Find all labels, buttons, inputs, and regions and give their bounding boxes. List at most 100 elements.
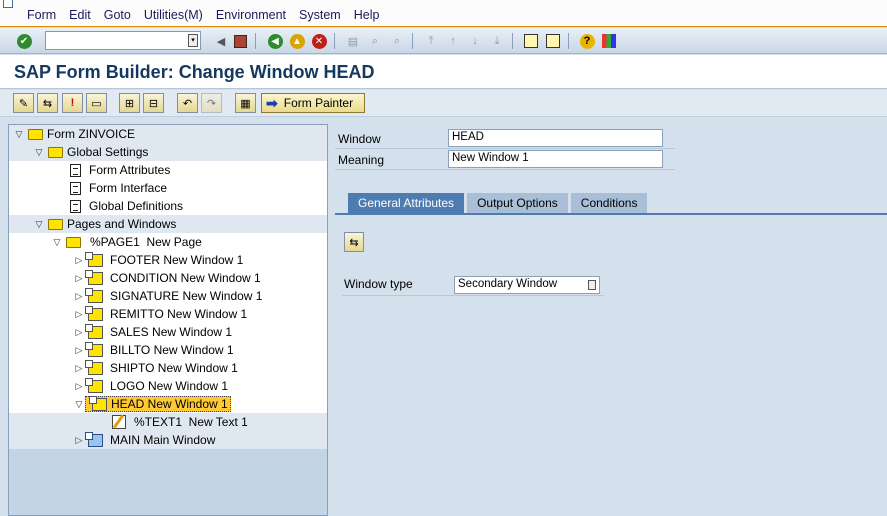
tree-node-label: Global Settings bbox=[67, 145, 149, 159]
meaning-field[interactable]: New Window 1 bbox=[448, 150, 663, 168]
tree-node-label: BILLTO New Window 1 bbox=[110, 343, 234, 357]
tree-node-form-attributes[interactable]: Form Attributes bbox=[9, 161, 327, 179]
tree-node-label: SALES New Window 1 bbox=[110, 325, 233, 339]
tree-node-window[interactable]: ▷ CONDITION New Window 1 bbox=[9, 269, 327, 287]
menu-form[interactable]: Form bbox=[27, 8, 56, 22]
tab-conditions[interactable]: Conditions bbox=[570, 193, 648, 213]
tree-node-global-definitions[interactable]: Global Definitions bbox=[9, 197, 327, 215]
print-icon[interactable]: ▤ bbox=[344, 32, 362, 50]
tree-node-label: Pages and Windows bbox=[67, 217, 177, 231]
expand-triangle-icon[interactable]: ▷ bbox=[73, 290, 85, 302]
document-icon bbox=[70, 199, 81, 213]
collapse-triangle-icon[interactable]: ▽ bbox=[33, 146, 45, 158]
tree-node-page[interactable]: ▽ %PAGE1 New Page bbox=[9, 233, 327, 251]
tree-node-window[interactable]: ▷ SIGNATURE New Window 1 bbox=[9, 287, 327, 305]
tree-node-label: CONDITION New Window 1 bbox=[110, 271, 261, 285]
command-field[interactable]: ▾ bbox=[45, 31, 201, 50]
menu-goto[interactable]: Goto bbox=[104, 8, 131, 22]
tree-node-window[interactable]: ▷ REMITTO New Window 1 bbox=[9, 305, 327, 323]
find-icon[interactable]: ⌕ bbox=[366, 32, 384, 50]
standard-toolbar: ✔ ▾ ◀ ◀ ▲ ✕ ▤ ⌕ ⌕ ⤒ ↑ ↓ ⤓ ? bbox=[0, 28, 887, 54]
tree-node-window-selected[interactable]: ▽ HEAD New Window 1 bbox=[9, 395, 327, 413]
tree-node-window[interactable]: ▷ SHIPTO New Window 1 bbox=[9, 359, 327, 377]
field-list-icon[interactable]: ▦ bbox=[235, 93, 256, 113]
window-icon bbox=[85, 377, 103, 393]
find-next-icon[interactable]: ⌕ bbox=[388, 32, 406, 50]
menu-system[interactable]: System bbox=[299, 8, 341, 22]
shortcut-icon[interactable] bbox=[544, 32, 562, 50]
expand-triangle-icon[interactable]: ▷ bbox=[73, 308, 85, 320]
expand-triangle-icon[interactable]: ▷ bbox=[73, 344, 85, 356]
tree-node-label: FOOTER New Window 1 bbox=[110, 253, 244, 267]
redo-icon[interactable]: ↷ bbox=[201, 93, 222, 113]
back-icon[interactable]: ◀ bbox=[266, 32, 284, 50]
undo-icon[interactable]: ↶ bbox=[177, 93, 198, 113]
collapse-triangle-icon[interactable]: ▽ bbox=[33, 218, 45, 230]
window-name-field[interactable]: HEAD bbox=[448, 129, 663, 147]
display-change-icon[interactable]: ⇆ bbox=[344, 232, 364, 252]
tree-node-pages-windows[interactable]: ▽ Pages and Windows bbox=[9, 215, 327, 233]
expand-triangle-icon[interactable]: ▷ bbox=[73, 326, 85, 338]
tree-node-window[interactable]: ▷ BILLTO New Window 1 bbox=[9, 341, 327, 359]
tree-node-form[interactable]: ▽ Form ZINVOICE bbox=[9, 125, 327, 143]
menu-bar: Form Edit Goto Utilities(M) Environment … bbox=[0, 0, 887, 27]
previous-page-icon[interactable]: ↑ bbox=[444, 32, 462, 50]
window-icon bbox=[85, 251, 103, 267]
tree-node-label: LOGO New Window 1 bbox=[110, 379, 229, 393]
display-change-icon[interactable]: ⇆ bbox=[37, 93, 58, 113]
tree-node-label: SHIPTO New Window 1 bbox=[110, 361, 238, 375]
exit-icon[interactable]: ▲ bbox=[288, 32, 306, 50]
expand-triangle-icon[interactable]: ▷ bbox=[73, 434, 85, 446]
folder-icon bbox=[66, 236, 81, 248]
collapse-triangle-icon[interactable]: ▽ bbox=[51, 236, 63, 248]
last-page-icon[interactable]: ⤓ bbox=[488, 32, 506, 50]
tree-node-global-settings[interactable]: ▽ Global Settings bbox=[9, 143, 327, 161]
window-type-select[interactable]: Secondary Window bbox=[454, 276, 600, 294]
window-type-label: Window type bbox=[344, 277, 413, 291]
menu-list: Form Edit Goto Utilities(M) Environment … bbox=[27, 8, 392, 22]
create-session-icon[interactable] bbox=[522, 32, 540, 50]
application-toolbar: ✎ ⇆ ! ▭ ⊞ ⊟ ↶ ↷ ▦ ➡ Form Painter bbox=[0, 90, 887, 117]
collapse-icon[interactable]: ⊟ bbox=[143, 93, 164, 113]
document-icon bbox=[70, 163, 81, 177]
window-icon bbox=[85, 305, 103, 321]
tree-node-window[interactable]: ▷ SALES New Window 1 bbox=[9, 323, 327, 341]
dropdown-icon[interactable] bbox=[588, 280, 596, 290]
expand-triangle-icon[interactable]: ▷ bbox=[73, 380, 85, 392]
menu-edit[interactable]: Edit bbox=[69, 8, 91, 22]
layout-menu-icon[interactable] bbox=[600, 32, 618, 50]
tree-node-form-interface[interactable]: Form Interface bbox=[9, 179, 327, 197]
system-menu-icon[interactable] bbox=[3, 0, 13, 8]
form-painter-button[interactable]: ➡ Form Painter bbox=[261, 93, 365, 113]
expand-triangle-icon[interactable]: ▷ bbox=[73, 254, 85, 266]
collapse-triangle-icon[interactable]: ▽ bbox=[13, 128, 25, 140]
tab-general-attributes[interactable]: General Attributes bbox=[348, 193, 465, 213]
document-icon bbox=[70, 181, 81, 195]
window-icon bbox=[85, 269, 103, 285]
triangle-left-icon[interactable]: ◀ bbox=[212, 32, 230, 50]
form-painter-label: Form Painter bbox=[283, 96, 354, 110]
test-icon[interactable]: ▭ bbox=[86, 93, 107, 113]
arrow-right-icon: ➡ bbox=[266, 94, 278, 111]
collapse-triangle-icon[interactable]: ▽ bbox=[73, 398, 85, 410]
enter-icon[interactable]: ✔ bbox=[15, 32, 33, 50]
expand-icon[interactable]: ⊞ bbox=[119, 93, 140, 113]
menu-utilities[interactable]: Utilities(M) bbox=[144, 8, 203, 22]
tree-node-text[interactable]: %TEXT1 New Text 1 bbox=[9, 413, 327, 431]
other-object-icon[interactable]: ✎ bbox=[13, 93, 34, 113]
first-page-icon[interactable]: ⤒ bbox=[422, 32, 440, 50]
menu-environment[interactable]: Environment bbox=[216, 8, 286, 22]
save-icon[interactable] bbox=[231, 32, 249, 50]
check-icon[interactable]: ! bbox=[62, 93, 83, 113]
expand-triangle-icon[interactable]: ▷ bbox=[73, 362, 85, 374]
command-history-icon[interactable]: ▾ bbox=[188, 34, 198, 47]
tab-output-options[interactable]: Output Options bbox=[467, 193, 568, 213]
help-icon[interactable]: ? bbox=[578, 32, 596, 50]
tree-node-window[interactable]: ▷ LOGO New Window 1 bbox=[9, 377, 327, 395]
tree-node-main-window[interactable]: ▷ MAIN Main Window bbox=[9, 431, 327, 449]
menu-help[interactable]: Help bbox=[354, 8, 380, 22]
cancel-icon[interactable]: ✕ bbox=[310, 32, 328, 50]
next-page-icon[interactable]: ↓ bbox=[466, 32, 484, 50]
expand-triangle-icon[interactable]: ▷ bbox=[73, 272, 85, 284]
tree-node-window[interactable]: ▷ FOOTER New Window 1 bbox=[9, 251, 327, 269]
